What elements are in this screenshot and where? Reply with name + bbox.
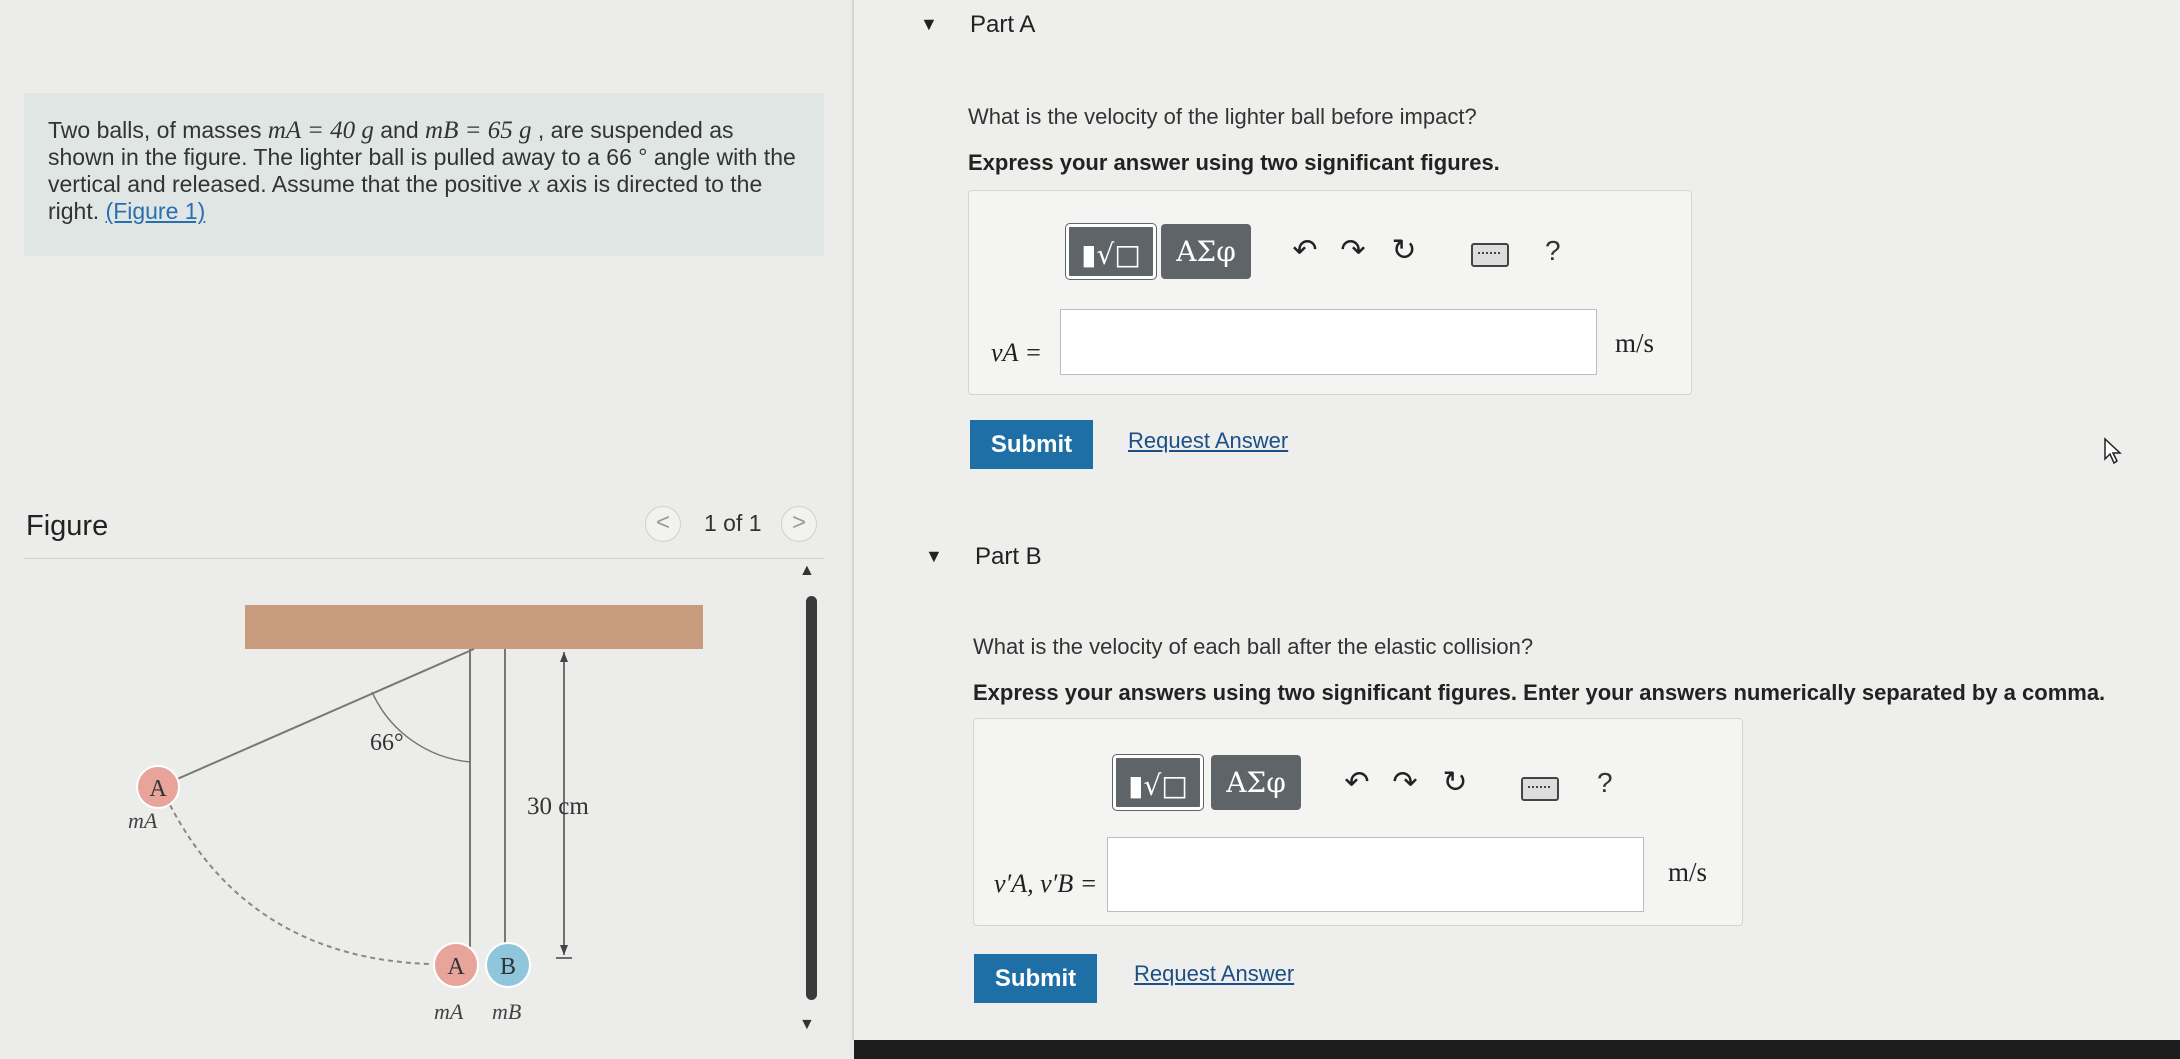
dimension-arrow-bottom — [560, 945, 568, 955]
part-b-unit: m/s — [1668, 857, 1708, 887]
part-b-answer-input[interactable] — [1107, 837, 1644, 912]
symbols-button[interactable]: ΑΣφ — [1211, 755, 1301, 810]
mouse-cursor-icon — [2104, 437, 2122, 465]
figure-divider — [24, 558, 824, 559]
string-a-pulled — [158, 648, 475, 788]
part-a-question: What is the velocity of the lighter ball… — [968, 104, 1477, 129]
redo-icon[interactable]: ↷ — [1335, 233, 1371, 268]
part-b-request-answer-link[interactable]: Request Answer — [1134, 961, 1294, 987]
pendulum-figure: A mA A B mA mB 66° 30 cm — [128, 605, 703, 1024]
mass-a-rest-label: mA — [434, 999, 464, 1024]
mass-a-pulled-label: mA — [128, 808, 158, 833]
part-b-question: What is the velocity of each ball after … — [973, 634, 1534, 659]
figure-title: Figure — [26, 510, 109, 542]
ball-a-rest-label: A — [447, 954, 465, 980]
part-a-request-answer-link[interactable]: Request Answer — [1128, 428, 1288, 454]
part-b-heading[interactable]: Part B — [975, 543, 1042, 571]
part-b-collapse-icon[interactable]: ▼ — [925, 546, 943, 567]
next-figure-button[interactable]: > — [781, 506, 817, 542]
part-a-unit: m/s — [1615, 328, 1655, 358]
part-a-instruction: Express your answer using two significan… — [968, 150, 1500, 175]
part-a-answer-box: ▮√□ ΑΣφ ↶ ↷ ↻ ? vA = m/s — [968, 190, 1692, 395]
prev-figure-button[interactable]: < — [645, 506, 681, 542]
ball-a-pulled-label: A — [149, 776, 167, 802]
angle-label: 66° — [370, 730, 404, 756]
bottom-bar — [854, 1040, 2180, 1059]
mass-a-expression: mA = 40 g — [267, 117, 374, 144]
template-button[interactable]: ▮√□ — [1113, 755, 1203, 810]
part-a-variable-label: vA = — [991, 338, 1042, 367]
dimension-arrow-top — [560, 652, 568, 662]
symbols-button[interactable]: ΑΣφ — [1161, 224, 1251, 279]
reset-icon[interactable]: ↻ — [1437, 765, 1473, 800]
x-axis-symbol: x — [528, 171, 540, 198]
swing-path — [169, 804, 431, 965]
scroll-up-icon[interactable]: ▲ — [799, 562, 815, 580]
figure-link[interactable]: (Figure 1) — [106, 198, 206, 224]
keyboard-icon[interactable] — [1471, 243, 1509, 267]
problem-text-1: Two balls, of masses — [48, 117, 268, 143]
template-button[interactable]: ▮√□ — [1066, 224, 1156, 279]
ball-b-label: B — [500, 954, 516, 980]
problem-text-2: and — [373, 117, 426, 143]
undo-icon[interactable]: ↶ — [1339, 765, 1375, 800]
part-b-instruction: Express your answers using two significa… — [973, 680, 2106, 705]
undo-icon[interactable]: ↶ — [1287, 233, 1323, 268]
mass-b-label: mB — [492, 999, 521, 1024]
part-a-answer-input[interactable] — [1060, 309, 1597, 375]
length-label: 30 cm — [527, 793, 589, 820]
keyboard-icon[interactable] — [1521, 777, 1559, 801]
redo-icon[interactable]: ↷ — [1387, 765, 1423, 800]
part-a-heading[interactable]: Part A — [970, 11, 1035, 39]
part-b-submit-button[interactable]: Submit — [974, 954, 1097, 1003]
part-a-collapse-icon[interactable]: ▼ — [920, 14, 938, 35]
figure-scrollbar[interactable] — [806, 596, 817, 1000]
scroll-down-icon[interactable]: ▼ — [799, 1016, 815, 1034]
problem-statement: Two balls, of masses mA = 40 g and mB = … — [24, 93, 824, 256]
part-b-answer-box: ▮√□ ΑΣφ ↶ ↷ ↻ ? v′A, v′B = m/s — [973, 718, 1743, 926]
part-b-variable-label: v′A, v′B = — [994, 869, 1098, 898]
figure-count: 1 of 1 — [704, 510, 762, 536]
part-a-submit-button[interactable]: Submit — [970, 420, 1093, 469]
ceiling-bar — [245, 605, 703, 649]
reset-icon[interactable]: ↻ — [1386, 233, 1422, 268]
help-icon[interactable]: ? — [1597, 767, 1613, 799]
help-icon[interactable]: ? — [1545, 235, 1561, 267]
mass-b-expression: mB = 65 g — [425, 117, 532, 144]
